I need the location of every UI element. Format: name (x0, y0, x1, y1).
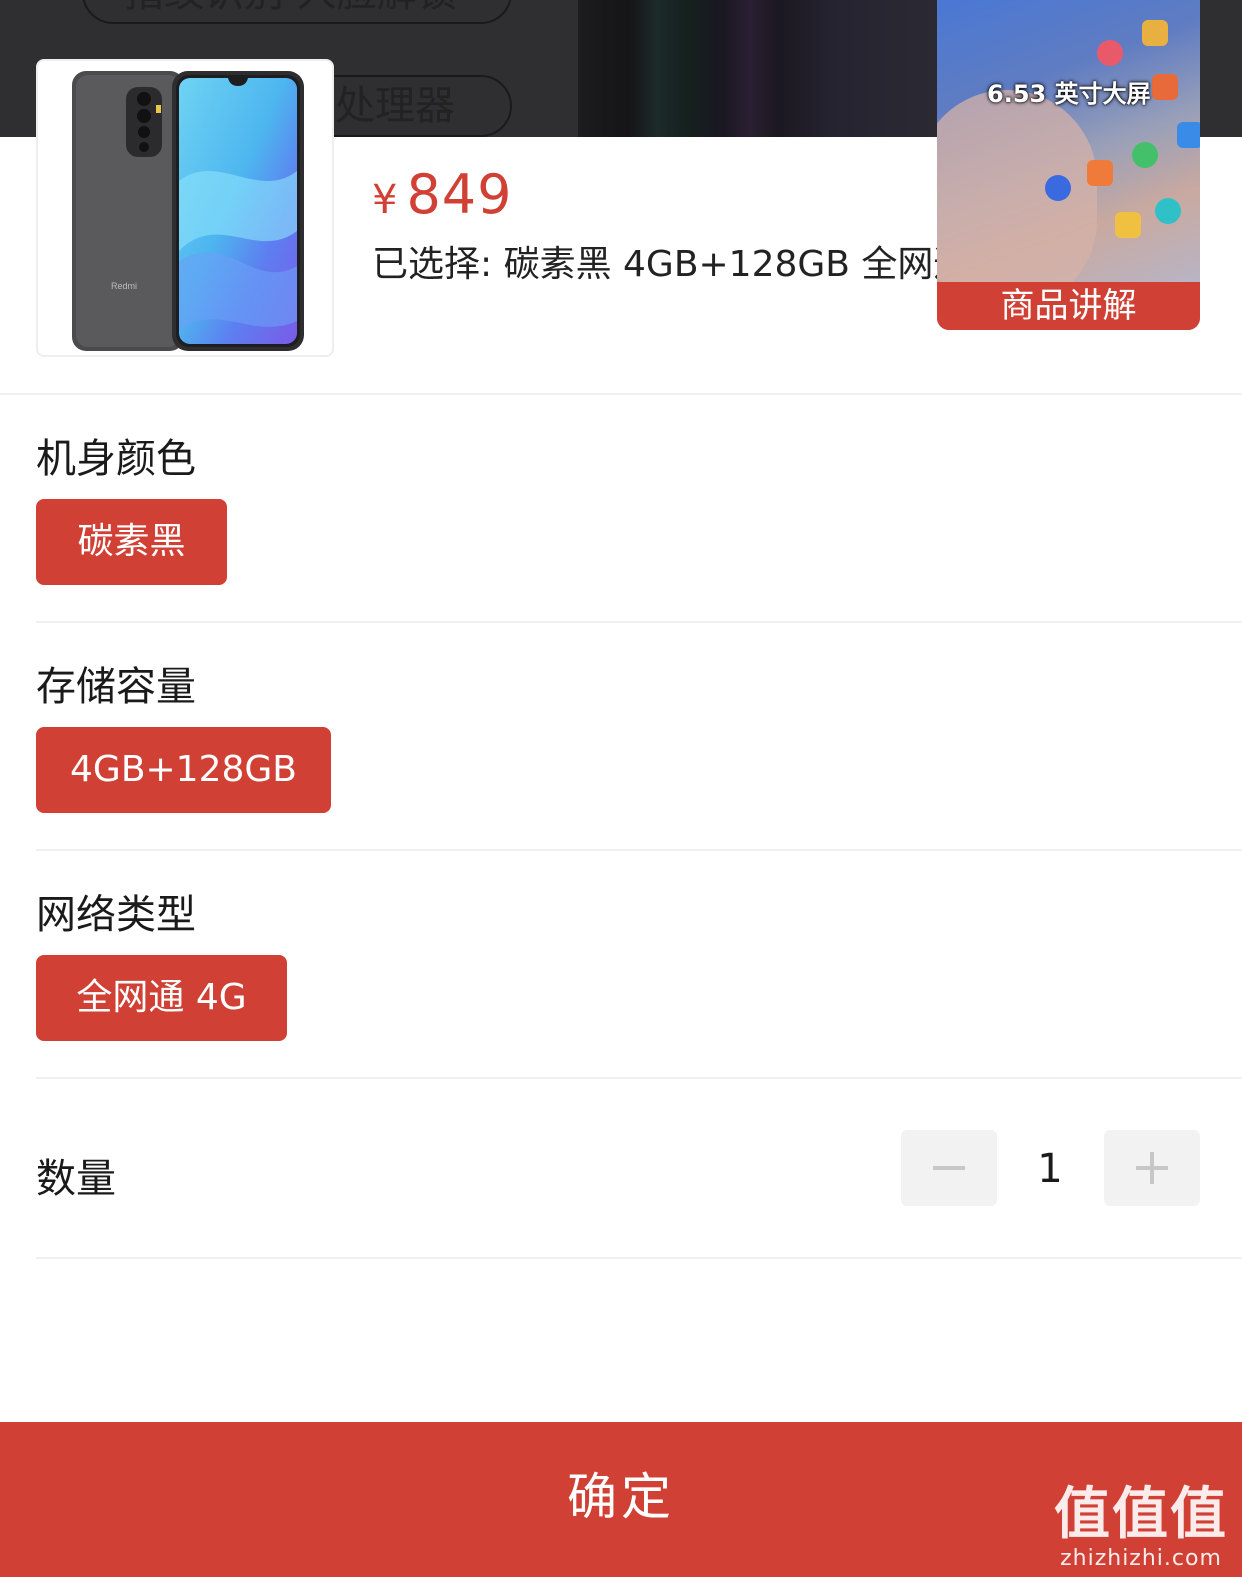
quantity-value[interactable]: 1 (1000, 1146, 1100, 1192)
network-section-title: 网络类型 (36, 892, 196, 938)
network-option-4g[interactable]: 全网通 4G (36, 955, 287, 1041)
app-icon (1132, 142, 1158, 168)
divider (36, 1257, 1242, 1259)
divider (36, 621, 1242, 623)
currency-symbol: ¥ (372, 177, 399, 223)
selected-spec: 已选择: 碳素黑 4GB+128GB 全网通 4G (372, 244, 942, 285)
price-value: 849 (406, 163, 513, 226)
product-video-overlay[interactable]: 6.53 英寸大屏 商品讲解 (937, 0, 1200, 330)
color-section-title: 机身颜色 (36, 436, 196, 482)
app-icon (1087, 160, 1113, 186)
minus-icon (933, 1166, 965, 1170)
watermark-text: 值值值 (1054, 1482, 1228, 1547)
app-icon (1142, 20, 1168, 46)
product-thumbnail: Redmi (36, 59, 334, 357)
app-icon (1152, 74, 1178, 100)
product-explain-label: 商品讲解 (937, 282, 1200, 330)
decrement-button[interactable] (901, 1130, 997, 1206)
app-icon (1177, 122, 1200, 148)
divider (36, 849, 1242, 851)
phone-image: Redmi (72, 71, 304, 351)
feature-pill: 指纹识别·人脸解锁 (82, 0, 512, 24)
color-option-carbon-black[interactable]: 碳素黑 (36, 499, 227, 585)
video-caption: 6.53 英寸大屏 (987, 80, 1151, 108)
watermark-url: zhizhizhi.com (1060, 1546, 1222, 1571)
storage-section-title: 存储容量 (36, 664, 196, 710)
app-icon (1097, 40, 1123, 66)
brand-text: Redmi (111, 281, 137, 291)
app-icon (1115, 212, 1141, 238)
settings-icon (1045, 175, 1071, 201)
divider (36, 1077, 1242, 1079)
increment-button[interactable] (1104, 1130, 1200, 1206)
watermark-logo: 值值值 zhizhizhi.com (1054, 1484, 1228, 1572)
banner-image (578, 0, 938, 137)
product-price: ¥849 (372, 163, 513, 226)
storage-option-4gb-128gb[interactable]: 4GB+128GB (36, 727, 331, 813)
app-icon (1155, 198, 1181, 224)
divider (0, 393, 1242, 395)
quantity-label: 数量 (36, 1156, 116, 1202)
video-hand (937, 90, 1097, 310)
